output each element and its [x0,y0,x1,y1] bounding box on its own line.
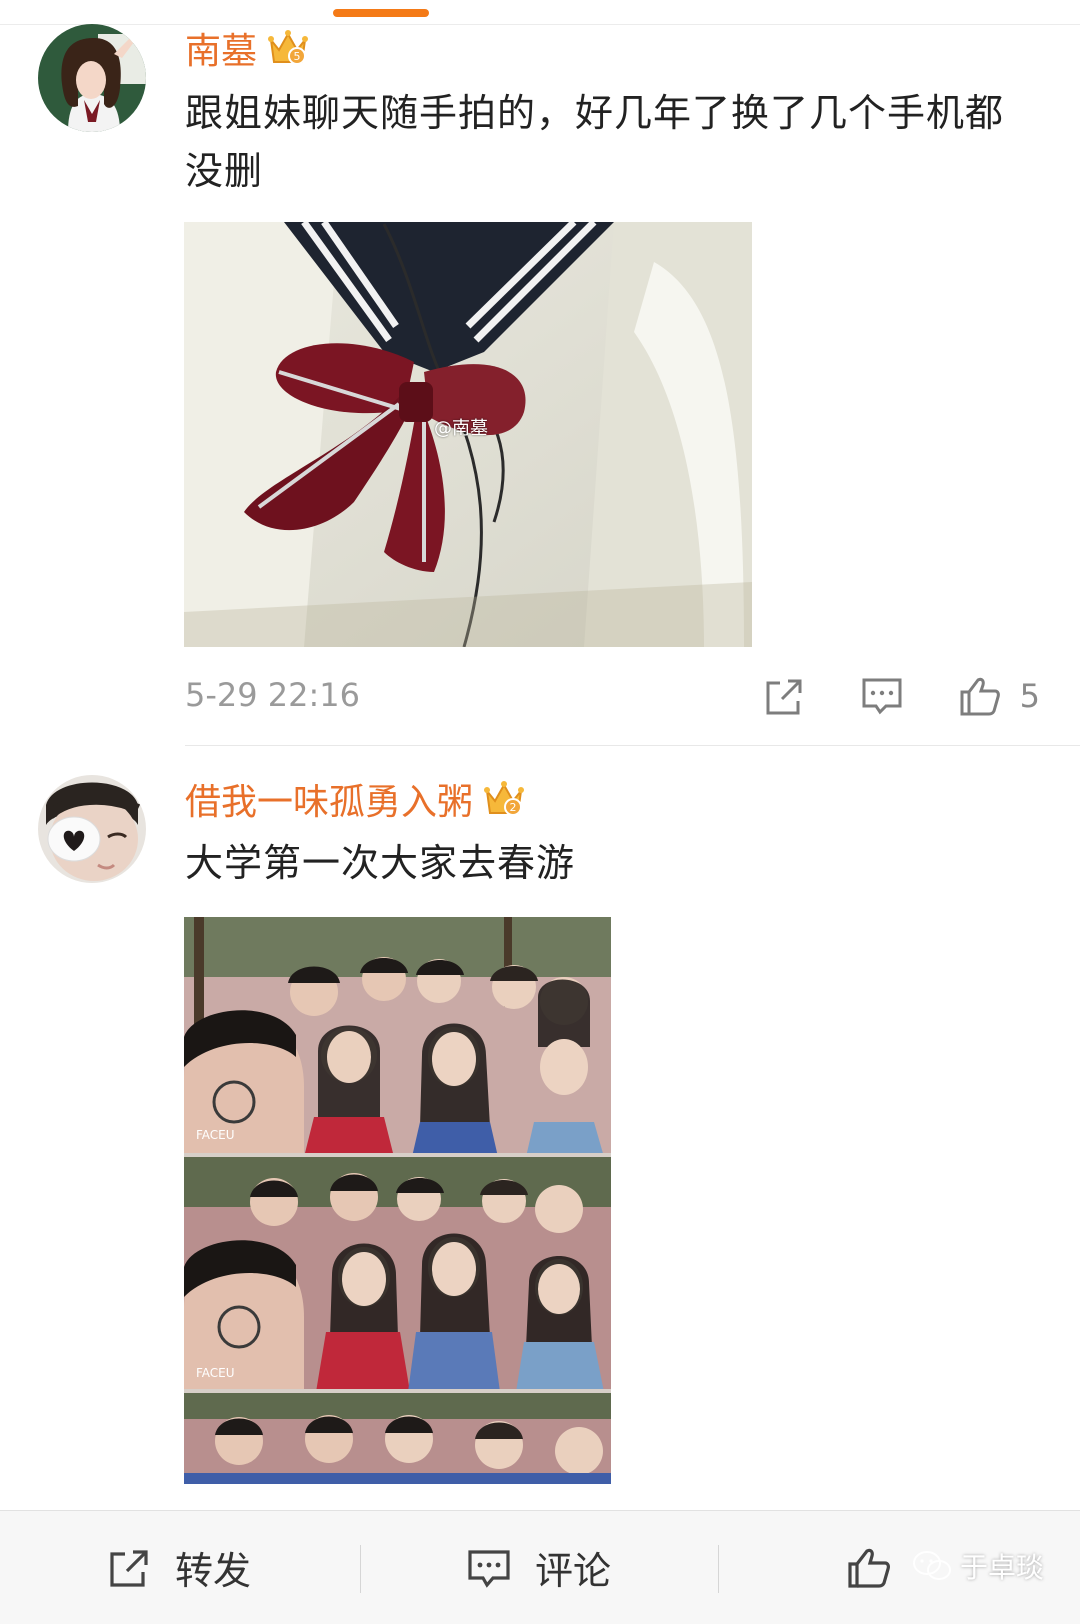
like-count: 5 [1019,677,1040,715]
svg-text:5: 5 [294,50,301,63]
faceu-label: FACEU [196,1128,235,1142]
timestamp: 5-29 22:16 [185,676,361,714]
top-divider [0,24,1080,25]
username-text[interactable]: 借我一味孤勇入粥 [185,773,473,825]
like-button[interactable] [845,1511,893,1624]
watermark-text: 于卓琰 [960,1551,1045,1584]
like-icon[interactable] [956,672,1004,720]
photo-watermark: @南墓 [434,418,488,439]
bar-divider [718,1545,719,1593]
repost-button[interactable]: 转发 [105,1511,251,1624]
comment-photo[interactable]: FACEU FACEU [184,917,611,1484]
svg-text:2: 2 [510,801,517,814]
wechat-icon [913,1551,951,1580]
comment-icon [468,1549,510,1588]
comment-meta-row: 5-29 22:16 5 [185,672,1040,722]
comment-icon[interactable] [858,672,906,720]
comment-label: 评论 [535,1549,612,1593]
bar-divider [360,1545,361,1593]
like-icon [848,1548,890,1588]
username[interactable]: 南墓 5 [185,22,309,74]
avatar[interactable] [38,24,146,132]
crown-badge-icon: 5 [267,28,309,68]
share-icon [110,1549,148,1587]
active-tab-indicator [333,9,429,17]
comment-separator [185,745,1080,746]
comment-photo[interactable]: @南墓 [184,222,752,647]
comment-text: 大学第一次大家去春游 [185,841,576,885]
username-text[interactable]: 南墓 [185,22,257,74]
comment-button[interactable]: 评论 [465,1511,611,1624]
username[interactable]: 借我一味孤勇入粥 2 [185,773,525,825]
repost-label: 转发 [175,1549,252,1593]
comment-text: 跟姐妹聊天随手拍的，好几年了换了几个手机都没删 [185,91,1005,193]
wechat-watermark: 于卓琰 [912,1546,1044,1586]
share-icon[interactable] [760,672,808,720]
crown-badge-icon: 2 [483,779,525,819]
faceu-label: FACEU [196,1366,235,1380]
avatar[interactable] [38,775,146,883]
